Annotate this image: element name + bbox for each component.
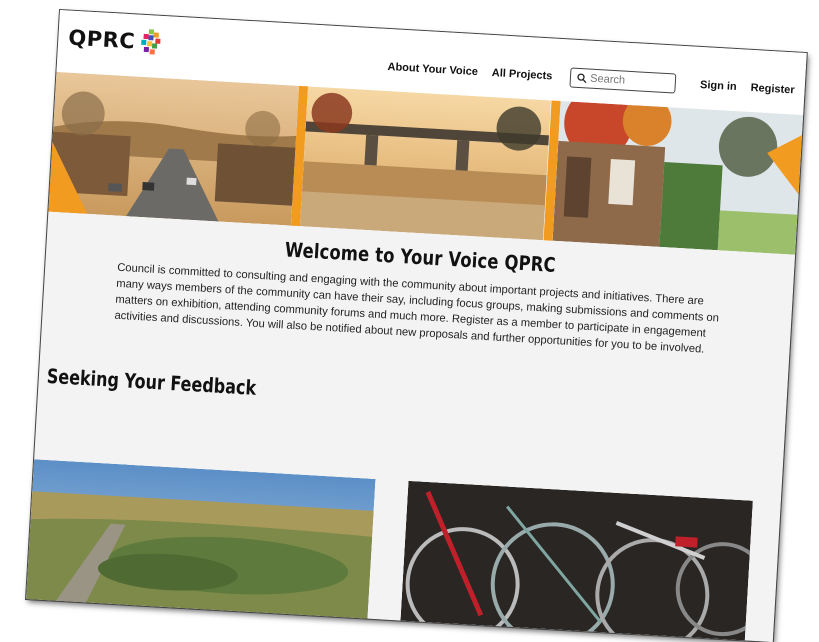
project-card-bicycles[interactable]: [400, 480, 753, 641]
nav-all-projects[interactable]: All Projects: [492, 67, 553, 82]
main-content: Welcome to Your Voice QPRC Council is co…: [38, 224, 794, 431]
search-box[interactable]: [569, 67, 677, 94]
search-icon: [577, 73, 587, 84]
hero-image-town-street: [48, 71, 300, 226]
search-input[interactable]: [586, 72, 671, 90]
section-heading-feedback: Seeking Your Feedback: [46, 363, 257, 400]
hero-image-historic-verandah: [552, 100, 804, 255]
register-link[interactable]: Register: [750, 82, 795, 97]
logo-mosaic-icon: [140, 29, 161, 55]
qprc-logo[interactable]: QPRC: [68, 25, 164, 56]
project-card-aerial-landscape[interactable]: [26, 459, 376, 619]
browser-page: QPRC About Your Voice All Projects Searc…: [24, 8, 808, 642]
sign-in-link[interactable]: Sign in: [700, 79, 737, 93]
logo-text: QPRC: [67, 25, 136, 54]
feedback-cards: [26, 459, 781, 642]
nav-about-your-voice[interactable]: About Your Voice: [387, 61, 478, 78]
hero-image-bridge-over-river: [300, 86, 552, 241]
